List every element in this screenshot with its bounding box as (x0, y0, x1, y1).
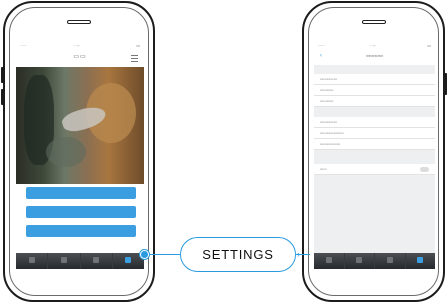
settings-row-label: ▭▭▭▭ (320, 99, 334, 103)
volume-button (1, 89, 4, 105)
camera-action-button[interactable] (26, 187, 136, 199)
carrier-text: ····· (318, 43, 325, 48)
camera-action-button[interactable] (26, 206, 136, 218)
camera-live-image[interactable] (16, 67, 144, 184)
tab-item[interactable] (375, 253, 406, 269)
battery-icon: ▭ (136, 43, 140, 48)
tab-item[interactable] (314, 253, 345, 269)
volume-button (1, 67, 4, 83)
settings-toggle[interactable] (420, 167, 429, 172)
page-title: ▭▭▭▭ (365, 53, 383, 58)
tab-bar (314, 253, 435, 269)
menu-icon[interactable] (131, 55, 138, 62)
right-phone: ····· ··:·· ▭ ‹ ▭▭▭▭ ▭▭▭▭▭ ▭▭▭▭ ▭▭▭▭ ▭▭▭… (302, 1, 447, 302)
callout-target-dot (140, 250, 149, 259)
left-phone-speaker (67, 20, 91, 24)
live-view-screen: ····· ··:·· ▭ ▭▭ (16, 41, 144, 269)
clock-text: ··:·· (74, 43, 81, 48)
callout-arrow-icon: › (297, 249, 300, 259)
tab-icon (93, 257, 100, 263)
app-logo: ▭▭ (73, 54, 87, 60)
tab-icon (356, 257, 363, 263)
settings-row[interactable]: ▭▭▭▭ (314, 85, 435, 96)
image-region (46, 137, 86, 167)
settings-screen: ····· ··:·· ▭ ‹ ▭▭▭▭ ▭▭▭▭▭ ▭▭▭▭ ▭▭▭▭ ▭▭▭… (314, 41, 435, 269)
tab-bar (16, 253, 144, 269)
tab-icon (28, 257, 35, 263)
settings-row[interactable]: ▭▭ (314, 164, 435, 175)
settings-row[interactable]: ▭▭▭▭▭▭▭ (314, 128, 435, 139)
settings-row-label: ▭▭ (320, 167, 327, 171)
tab-item[interactable] (16, 253, 49, 269)
group-separator (314, 150, 435, 164)
carrier-text: ····· (20, 43, 27, 48)
battery-icon: ▭ (427, 43, 431, 48)
tab-icon (386, 257, 393, 263)
camera-action-button[interactable] (26, 225, 136, 237)
callout-label: SETTINGS (180, 237, 296, 272)
tab-settings[interactable] (406, 253, 436, 269)
tab-item[interactable] (81, 253, 113, 269)
settings-row-label: ▭▭▭▭▭ (320, 77, 337, 81)
settings-row[interactable]: ▭▭▭▭▭ (314, 117, 435, 128)
settings-row-label: ▭▭▭▭ (320, 88, 334, 92)
tab-item[interactable] (345, 253, 375, 269)
right-phone-speaker (361, 20, 386, 24)
tab-item[interactable] (48, 253, 81, 269)
settings-tab-icon (417, 257, 424, 263)
group-separator (314, 65, 435, 74)
status-bar: ····· ··:·· ▭ (16, 41, 144, 50)
app-header: ▭▭ (16, 50, 144, 65)
left-phone: ····· ··:·· ▭ ▭▭ (1, 1, 155, 302)
settings-row[interactable]: ▭▭▭▭ (314, 96, 435, 107)
settings-row[interactable]: ▭▭▭▭▭ (314, 74, 435, 85)
settings-row-label: ▭▭▭▭▭▭ (320, 142, 341, 146)
status-bar: ····· ··:·· ▭ (314, 41, 435, 50)
group-separator (314, 107, 435, 117)
settings-row[interactable]: ▭▭▭▭▭▭ (314, 139, 435, 150)
settings-row-label: ▭▭▭▭▭ (320, 120, 337, 124)
tab-icon (60, 257, 67, 263)
settings-empty-area (314, 175, 435, 253)
settings-tab-icon (125, 257, 132, 263)
settings-row-label: ▭▭▭▭▭▭▭ (320, 131, 344, 135)
tab-icon (325, 257, 332, 263)
callout-connector (146, 254, 180, 255)
clock-text: ··:·· (370, 43, 377, 48)
